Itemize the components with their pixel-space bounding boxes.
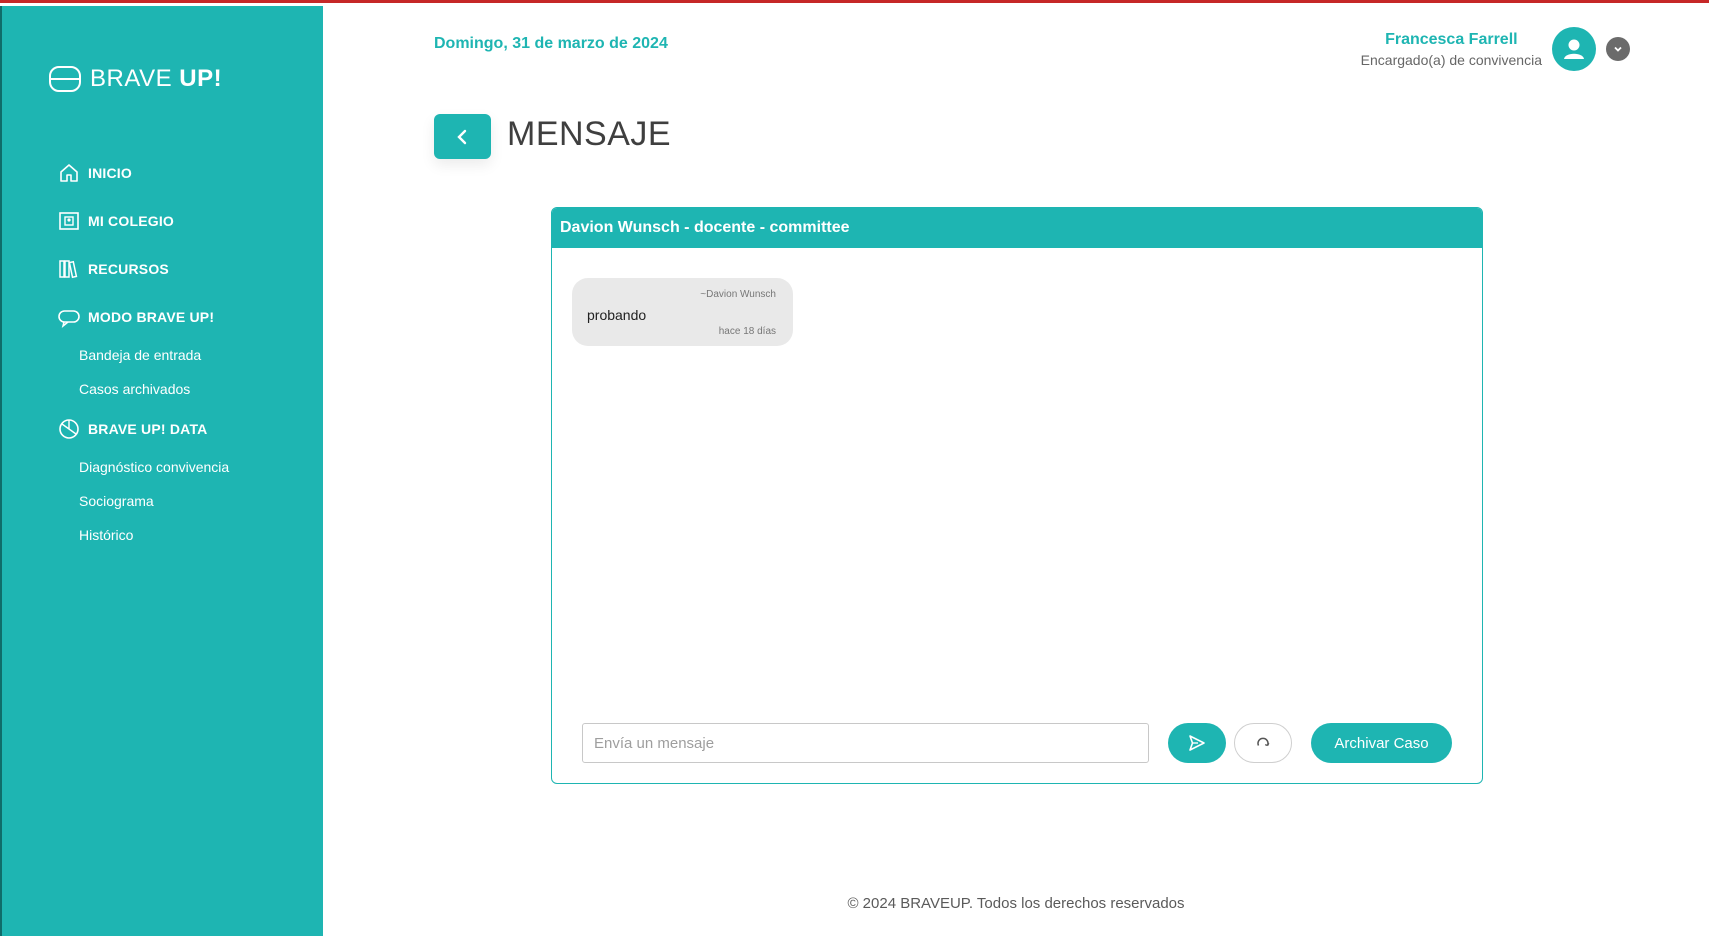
sidebar-item-label: INICIO: [88, 165, 132, 181]
avatar[interactable]: [1552, 27, 1596, 71]
sidebar-item-recursos[interactable]: RECURSOS: [58, 257, 318, 281]
sidebar: BRAVE UP! INICIO MI COLEGIO RECURSOS MOD…: [0, 6, 323, 936]
chat-bubble-icon: [58, 310, 80, 328]
message-bubble: ~Davion Wunsch probando hace 18 días: [572, 278, 793, 346]
data-submenu: Diagnóstico convivencia Sociograma Histó…: [58, 459, 318, 547]
user-dropdown-button[interactable]: [1606, 37, 1630, 61]
send-button[interactable]: [1168, 723, 1226, 763]
sidebar-item-label: MI COLEGIO: [88, 213, 174, 229]
message-time: hace 18 días: [718, 326, 776, 337]
home-icon: [60, 164, 78, 182]
sidebar-item-brave-up-data[interactable]: BRAVE UP! DATA: [58, 417, 318, 441]
sidebar-subitem-historico[interactable]: Histórico: [79, 527, 318, 547]
archive-case-button[interactable]: Archivar Caso: [1311, 723, 1452, 763]
page-title: MENSAJE: [507, 115, 672, 153]
logo-icon: [49, 66, 81, 92]
sidebar-item-modo-brave-up[interactable]: MODO BRAVE UP!: [58, 305, 318, 329]
back-button[interactable]: [434, 114, 491, 159]
books-icon: [59, 260, 78, 279]
sidebar-subitem-diagnostico[interactable]: Diagnóstico convivencia: [79, 459, 318, 479]
chevron-left-icon: [456, 129, 466, 144]
school-icon: [59, 212, 79, 230]
sidebar-subitem-casos-archivados[interactable]: Casos archivados: [79, 381, 318, 401]
brand-logo[interactable]: BRAVE UP!: [48, 64, 222, 94]
refresh-icon: [1257, 737, 1270, 747]
sidebar-item-mi-colegio[interactable]: MI COLEGIO: [58, 209, 318, 233]
user-icon: [1564, 39, 1584, 59]
sidebar-nav: INICIO MI COLEGIO RECURSOS MODO BRAVE UP…: [58, 161, 318, 563]
chevron-down-icon: [1614, 46, 1622, 52]
sidebar-item-label: RECURSOS: [88, 261, 169, 277]
modo-submenu: Bandeja de entrada Casos archivados: [58, 347, 318, 401]
message-author: ~Davion Wunsch: [700, 289, 776, 300]
footer-copyright: © 2024 BRAVEUP. Todos los derechos reser…: [847, 895, 1185, 912]
send-icon: [1189, 735, 1205, 751]
sidebar-item-label: BRAVE UP! DATA: [88, 421, 208, 437]
refresh-button[interactable]: [1234, 723, 1292, 763]
brand-name: BRAVE UP!: [90, 65, 223, 92]
message-text: probando: [587, 307, 647, 323]
sidebar-subitem-bandeja[interactable]: Bandeja de entrada: [79, 347, 318, 367]
pie-chart-icon: [59, 419, 79, 439]
sidebar-item-label: MODO BRAVE UP!: [88, 309, 215, 325]
conversation-panel: Davion Wunsch - docente - committee ~Dav…: [551, 207, 1483, 784]
user-menu[interactable]: Francesca Farrell Encargado(a) de conviv…: [1361, 27, 1630, 71]
sidebar-subitem-sociograma[interactable]: Sociograma: [79, 493, 318, 513]
message-input[interactable]: [582, 723, 1149, 763]
sidebar-item-inicio[interactable]: INICIO: [58, 161, 318, 185]
conversation-header: Davion Wunsch - docente - committee: [552, 208, 1482, 248]
user-role: Encargado(a) de convivencia: [1360, 51, 1542, 68]
current-date: Domingo, 31 de marzo de 2024: [434, 35, 668, 52]
user-name: Francesca Farrell: [1385, 30, 1518, 48]
user-info: Francesca Farrell Encargado(a) de conviv…: [1361, 31, 1542, 68]
